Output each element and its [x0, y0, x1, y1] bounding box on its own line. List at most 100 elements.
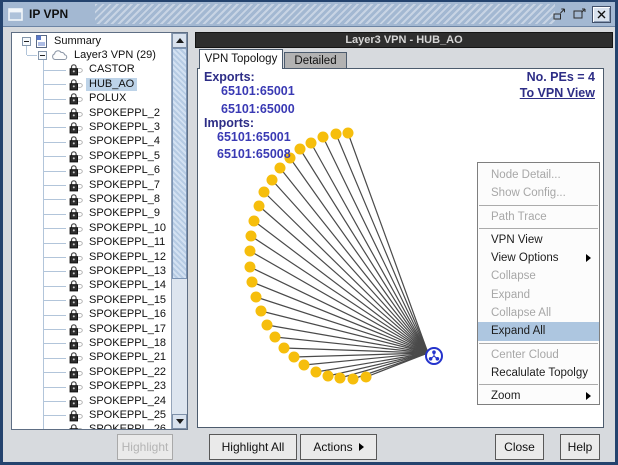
highlight-all-button[interactable]: Highlight All: [209, 434, 297, 460]
tree-item[interactable]: SPOKEPPL_10: [12, 221, 172, 235]
tree-item[interactable]: SPOKEPPL_14: [12, 279, 172, 293]
menu-item[interactable]: Show Config...: [478, 184, 599, 202]
spoke-node[interactable]: [343, 128, 354, 139]
lock-cloud-icon: [68, 337, 83, 350]
tree-item[interactable]: SPOKEPPL_7: [12, 178, 172, 192]
spoke-link-line: [252, 282, 428, 353]
highlight-button[interactable]: Highlight: [117, 434, 173, 460]
lock-cloud-icon: [68, 351, 83, 364]
tree-item-label: HUB_AO: [86, 78, 137, 91]
tab-detailed[interactable]: Detailed: [284, 52, 347, 69]
tree-item-summary[interactable]: Summary: [12, 34, 172, 48]
tree-item-label: Layer3 VPN (29): [71, 49, 159, 62]
spoke-link-line: [254, 221, 428, 353]
close-window-button[interactable]: [592, 6, 611, 23]
iconify-button[interactable]: [552, 7, 567, 21]
tree-item[interactable]: SPOKEPPL_26: [12, 423, 172, 429]
tree-item[interactable]: SPOKEPPL_6: [12, 164, 172, 178]
tree-item[interactable]: POLUX: [12, 92, 172, 106]
scrollbar-thumb[interactable]: [172, 48, 187, 279]
tree-item[interactable]: CASTOR: [12, 63, 172, 77]
tree-item[interactable]: SPOKEPPL_21: [12, 351, 172, 365]
spoke-node[interactable]: [254, 201, 265, 212]
menu-item[interactable]: Collapse: [478, 267, 599, 285]
tree-item[interactable]: SPOKEPPL_25: [12, 408, 172, 422]
to-vpn-view-link[interactable]: To VPN View: [520, 86, 595, 100]
tree-item[interactable]: SPOKEPPL_11: [12, 236, 172, 250]
actions-button[interactable]: Actions: [300, 434, 377, 460]
menu-item[interactable]: Center Cloud: [478, 346, 599, 364]
spoke-node[interactable]: [259, 187, 270, 198]
spoke-node[interactable]: [335, 373, 346, 384]
tree-item-label: SPOKEPPL_13: [86, 265, 169, 278]
spoke-node[interactable]: [311, 367, 322, 378]
tree-item[interactable]: SPOKEPPL_8: [12, 192, 172, 206]
tree-item-layer3-vpn[interactable]: Layer3 VPN (29): [12, 48, 172, 62]
tree-item[interactable]: SPOKEPPL_13: [12, 264, 172, 278]
tree-item-label: SPOKEPPL_17: [86, 323, 169, 336]
exports-label: Exports:: [204, 70, 255, 84]
spoke-node[interactable]: [267, 175, 278, 186]
menu-item[interactable]: View Options: [478, 249, 599, 267]
menu-item[interactable]: Path Trace: [478, 208, 599, 226]
menu-item[interactable]: Node Detail...: [478, 166, 599, 184]
tree-item[interactable]: SPOKEPPL_2: [12, 106, 172, 120]
spoke-node[interactable]: [348, 374, 359, 385]
tree-item-label: SPOKEPPL_11: [86, 236, 168, 249]
tree-scrollbar[interactable]: [171, 33, 187, 429]
spoke-node[interactable]: [275, 163, 286, 174]
spoke-node[interactable]: [306, 138, 317, 149]
spoke-node[interactable]: [361, 372, 372, 383]
spoke-node[interactable]: [247, 277, 258, 288]
tree-item[interactable]: SPOKEPPL_23: [12, 380, 172, 394]
spoke-node[interactable]: [249, 216, 260, 227]
spoke-node[interactable]: [246, 231, 257, 242]
tree-item[interactable]: SPOKEPPL_18: [12, 336, 172, 350]
menu-item[interactable]: Recalulate Topolgy: [478, 364, 599, 382]
spoke-node[interactable]: [262, 320, 273, 331]
tab-vpn-topology[interactable]: VPN Topology: [199, 49, 283, 69]
tree-item[interactable]: SPOKEPPL_24: [12, 394, 172, 408]
tree-item[interactable]: SPOKEPPL_5: [12, 149, 172, 163]
menu-item-label: View Options: [491, 252, 559, 264]
spoke-node[interactable]: [318, 132, 329, 143]
spoke-node[interactable]: [331, 129, 342, 140]
tree-item[interactable]: HUB_AO: [12, 77, 172, 91]
tree-item[interactable]: SPOKEPPL_17: [12, 322, 172, 336]
title-bar[interactable]: IP VPN: [3, 2, 615, 27]
spoke-node[interactable]: [245, 262, 256, 273]
tree-item[interactable]: SPOKEPPL_9: [12, 207, 172, 221]
menu-item[interactable]: VPN View: [478, 231, 599, 249]
tree-item[interactable]: SPOKEPPL_3: [12, 120, 172, 134]
spoke-node[interactable]: [299, 360, 310, 371]
submenu-arrow-icon: [586, 392, 591, 400]
help-button[interactable]: Help: [560, 434, 600, 460]
close-button[interactable]: Close: [495, 434, 544, 460]
tree-item[interactable]: SPOKEPPL_4: [12, 135, 172, 149]
spoke-node[interactable]: [279, 343, 290, 354]
scroll-down-button[interactable]: [172, 414, 187, 429]
scroll-up-button[interactable]: [172, 33, 187, 48]
spoke-node[interactable]: [245, 246, 256, 257]
hub-node[interactable]: [426, 348, 442, 364]
spoke-node[interactable]: [289, 352, 300, 363]
maximize-button[interactable]: [572, 7, 587, 21]
collapse-toggle-icon[interactable]: [22, 37, 31, 46]
collapse-toggle-icon[interactable]: [38, 51, 47, 60]
spoke-node[interactable]: [295, 144, 306, 155]
menu-item[interactable]: Collapse All: [478, 304, 599, 322]
menu-item-label: Node Detail...: [491, 169, 561, 181]
tree-item[interactable]: SPOKEPPL_16: [12, 308, 172, 322]
tree-item[interactable]: SPOKEPPL_22: [12, 365, 172, 379]
spoke-node[interactable]: [256, 306, 267, 317]
menu-item[interactable]: Expand: [478, 286, 599, 304]
spoke-node[interactable]: [323, 371, 334, 382]
tree-item-label: SPOKEPPL_26: [86, 423, 169, 429]
spoke-node[interactable]: [251, 292, 262, 303]
spoke-node[interactable]: [270, 332, 281, 343]
tree-item[interactable]: SPOKEPPL_12: [12, 250, 172, 264]
menu-item[interactable]: Expand All: [478, 322, 599, 340]
tree-item[interactable]: SPOKEPPL_15: [12, 293, 172, 307]
menu-item[interactable]: Zoom: [478, 387, 599, 405]
help-button-label: Help: [568, 440, 593, 454]
